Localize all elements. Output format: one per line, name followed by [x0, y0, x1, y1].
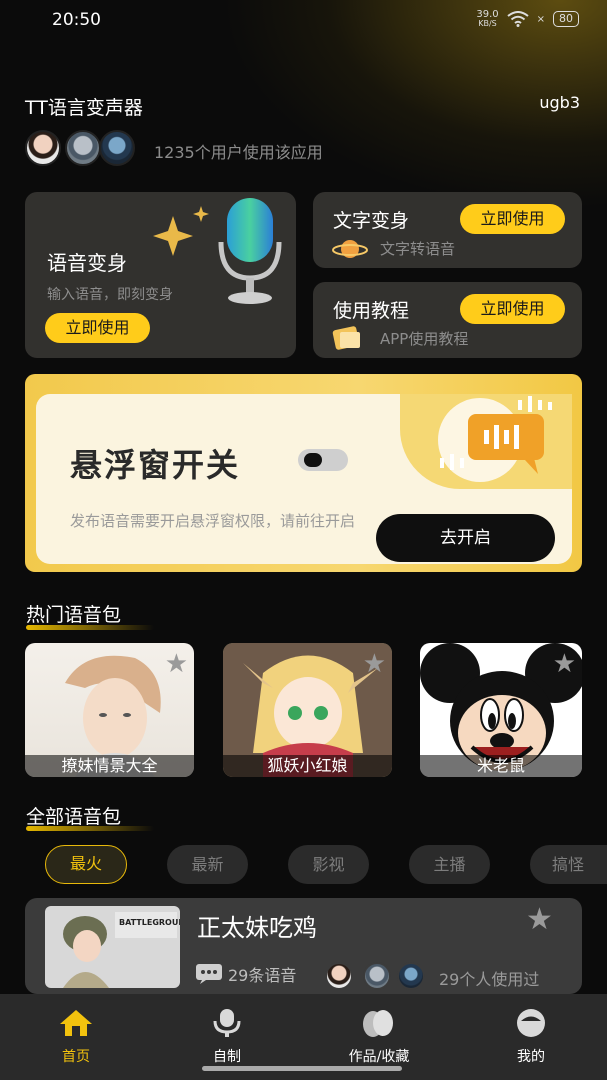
- all-packs-title: 全部语音包: [26, 806, 122, 828]
- text-change-use-button[interactable]: 立即使用: [460, 204, 565, 234]
- home-icon: [60, 1010, 92, 1036]
- voice-pack-title: 正太妹吃鸡: [197, 914, 317, 942]
- float-window-description: 发布语音需要开启悬浮窗权限，请前往开启: [70, 512, 356, 530]
- favorite-star-icon[interactable]: ★: [165, 651, 188, 677]
- hot-pack-card[interactable]: ★ 狐妖小红娘: [223, 643, 392, 777]
- voice-change-subtitle: 输入语音，即刻变身: [47, 287, 173, 303]
- enable-float-window-button[interactable]: 去开启: [376, 514, 555, 562]
- sparkle-icon: [153, 206, 209, 256]
- voice-change-use-button[interactable]: 立即使用: [45, 313, 150, 343]
- avatar: [99, 130, 135, 166]
- tab-funny[interactable]: 搞怪: [530, 845, 607, 884]
- hot-pack-card[interactable]: ★ 米老鼠: [420, 643, 582, 777]
- nav-label: 自制: [213, 1049, 241, 1065]
- microphone-icon: [218, 198, 282, 304]
- tab-newest[interactable]: 最新: [167, 845, 248, 884]
- nav-home[interactable]: 首页: [26, 1008, 126, 1066]
- net-speed: 39.0 KB/S: [476, 9, 499, 29]
- home-indicator: [202, 1066, 402, 1071]
- toggle-knob: [304, 453, 322, 467]
- net-speed-unit: KB/S: [478, 19, 497, 28]
- user-avatars: [325, 962, 429, 990]
- planet-icon: [332, 240, 368, 258]
- voice-pack-thumbnail: BATTLEGROUNDS: [45, 906, 180, 988]
- battery-indicator: 80: [553, 11, 579, 27]
- tutorial-use-button[interactable]: 立即使用: [460, 294, 565, 324]
- user-code[interactable]: ugb3: [539, 93, 580, 112]
- mic-icon: [213, 1009, 241, 1037]
- users-used: 29个人使用过: [439, 970, 540, 989]
- net-speed-value: 39.0: [476, 9, 499, 20]
- voice-bubble-icon: [438, 396, 552, 482]
- hot-pack-label: 狐妖小红娘: [223, 755, 392, 777]
- users-count: 1235个用户使用该应用: [154, 143, 323, 162]
- user-avatars: [25, 130, 145, 166]
- tutorial-subtitle: APP使用教程: [380, 330, 469, 348]
- nav-label: 我的: [517, 1049, 545, 1065]
- hot-packs-title: 热门语音包: [26, 604, 122, 626]
- avatar: [363, 962, 391, 990]
- favorite-star-icon[interactable]: ★: [363, 651, 386, 677]
- nav-label: 首页: [62, 1049, 90, 1065]
- hot-pack-label: 米老鼠: [420, 755, 582, 777]
- tab-streamer[interactable]: 主播: [409, 845, 490, 884]
- works-icon: [363, 1010, 393, 1037]
- nav-self-made[interactable]: 自制: [177, 1008, 277, 1066]
- signal-off-icon: ×: [536, 13, 545, 25]
- text-change-subtitle: 文字转语音: [380, 240, 456, 258]
- favorite-star-icon[interactable]: ★: [553, 651, 576, 677]
- wifi-icon: [506, 11, 529, 27]
- voice-change-title: 语音变身: [47, 251, 127, 275]
- nav-label: 作品/收藏: [348, 1049, 410, 1065]
- favorite-star-icon[interactable]: ★: [526, 902, 553, 937]
- status-bar-right: 39.0 KB/S × 80: [476, 10, 579, 28]
- nav-profile[interactable]: 我的: [481, 1008, 581, 1066]
- float-window-title: 悬浮窗开关: [70, 446, 241, 484]
- tutorial-title: 使用教程: [333, 300, 410, 322]
- thumbnail-game-title: BATTLEGROUNDS: [119, 918, 180, 927]
- hot-pack-label: 撩妹情景大全: [25, 755, 194, 777]
- app-title: TT语言变声器: [25, 97, 143, 119]
- hot-pack-card[interactable]: ★ 撩妹情景大全: [25, 643, 194, 777]
- avatar: [325, 962, 353, 990]
- profile-icon: [517, 1009, 545, 1037]
- tab-hottest[interactable]: 最火: [45, 845, 127, 884]
- voice-count-text: 29条语音: [228, 966, 297, 985]
- status-time: 20:50: [52, 10, 101, 30]
- avatar: [65, 130, 101, 166]
- avatar: [397, 962, 425, 990]
- voice-count: 29条语音: [196, 962, 296, 986]
- text-change-title: 文字变身: [333, 210, 410, 232]
- book-icon: [332, 326, 360, 350]
- message-icon: [196, 964, 222, 984]
- tab-film[interactable]: 影视: [288, 845, 369, 884]
- avatar: [25, 130, 61, 166]
- nav-works[interactable]: 作品/收藏: [329, 1008, 429, 1066]
